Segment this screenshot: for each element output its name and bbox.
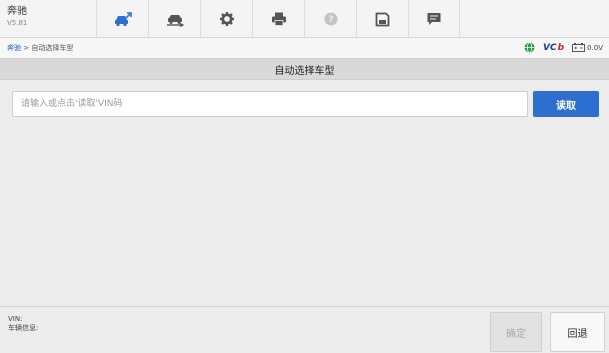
breadcrumb-bar: 奔驰 > 自动选择车型 VC b 0.0V xyxy=(0,38,609,58)
print-button[interactable] xyxy=(252,0,304,38)
toolbar-buttons: ? xyxy=(96,0,460,38)
brand: 奔驰 V5.81 xyxy=(7,6,87,28)
vin-label: VIN: xyxy=(8,315,23,323)
back-button[interactable]: 回退 xyxy=(550,312,605,352)
status-indicators: VC b 0.0V xyxy=(524,42,603,53)
svg-text:?: ? xyxy=(328,15,333,25)
home-button[interactable] xyxy=(96,0,148,38)
bottom-bar: VIN: 车辆信息: 确定 回退 xyxy=(0,306,609,353)
breadcrumb-separator: > xyxy=(21,44,32,52)
page-title: 自动选择车型 xyxy=(274,66,335,77)
vci-connection-indicator: VC b xyxy=(543,43,564,53)
top-toolbar: 奔驰 V5.81 ? xyxy=(0,0,609,38)
title-bar: 自动选择车型 xyxy=(0,58,609,80)
breadcrumb-current: 自动选择车型 xyxy=(31,44,74,52)
content-area: 读取 xyxy=(0,80,609,306)
settings-button[interactable] xyxy=(200,0,252,38)
battery-icon xyxy=(572,43,586,52)
breadcrumb: 奔驰 > 自动选择车型 xyxy=(7,43,73,53)
help-button[interactable]: ? xyxy=(304,0,356,38)
battery-voltage: 0.0V xyxy=(572,43,603,52)
message-button[interactable] xyxy=(408,0,460,38)
voltage-value: 0.0V xyxy=(587,43,603,52)
home-car-icon xyxy=(114,12,132,27)
gear-icon xyxy=(219,12,234,26)
save-button[interactable] xyxy=(356,0,408,38)
read-button[interactable]: 读取 xyxy=(533,91,599,117)
vci-label-v: VC xyxy=(543,42,557,53)
brand-version: V5.81 xyxy=(7,19,28,27)
printer-icon xyxy=(271,12,286,26)
confirm-button[interactable]: 确定 xyxy=(490,312,542,352)
vehicle-info-label: 车辆信息: xyxy=(8,324,39,332)
vehicle-swap-icon xyxy=(166,15,184,27)
help-icon: ? xyxy=(324,12,337,26)
save-icon xyxy=(375,12,390,26)
message-icon xyxy=(427,13,441,25)
brand-name: 奔驰 xyxy=(7,6,27,17)
vin-input[interactable] xyxy=(12,91,528,117)
breadcrumb-link-brand[interactable]: 奔驰 xyxy=(7,44,21,52)
network-globe-icon xyxy=(524,42,535,53)
vehicle-info: VIN: 车辆信息: xyxy=(8,315,38,333)
vehicle-swap-button[interactable] xyxy=(148,0,200,38)
vci-label-b: b xyxy=(557,42,565,53)
